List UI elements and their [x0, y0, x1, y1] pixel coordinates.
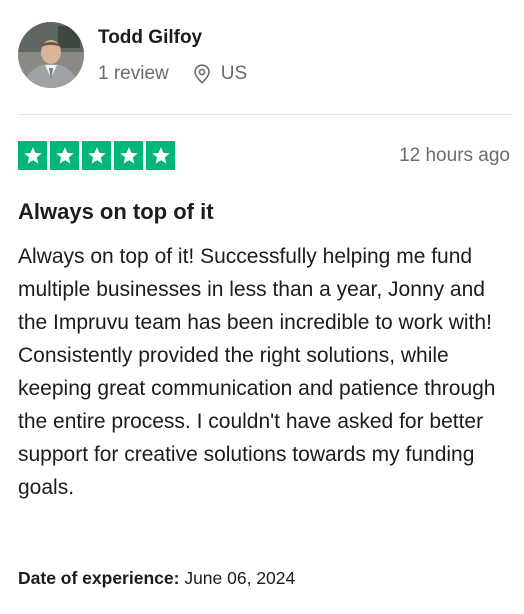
star-icon [18, 141, 47, 170]
review-body: Always on top of it! Successfully helpin… [18, 245, 496, 499]
reviewer-info: Todd Gilfoy 1 review US [98, 26, 247, 86]
experience-label: Date of experience: [18, 568, 180, 588]
divider [18, 114, 512, 115]
reviewer-country: US [220, 63, 248, 84]
reviewer-header: Todd Gilfoy 1 review US [18, 22, 247, 88]
review-title[interactable]: Always on top of it [18, 198, 214, 226]
reviewer-location: US [193, 62, 247, 86]
avatar-photo [18, 22, 84, 88]
review-timestamp: 12 hours ago [399, 145, 510, 166]
star-icon [146, 141, 175, 170]
review-card: Todd Gilfoy 1 review US 12 hours ago Alw… [0, 0, 524, 614]
star-icon [50, 141, 79, 170]
reviewer-meta: 1 review US [98, 62, 247, 86]
location-pin-icon [193, 64, 211, 84]
experience-date: June 06, 2024 [184, 568, 296, 588]
avatar[interactable] [18, 22, 84, 88]
date-of-experience: Date of experience: June 06, 2024 [18, 566, 295, 590]
review-count[interactable]: 1 review [98, 62, 169, 86]
star-icon [114, 141, 143, 170]
star-icon [82, 141, 111, 170]
star-rating [18, 141, 175, 170]
reviewer-name[interactable]: Todd Gilfoy [98, 26, 247, 50]
